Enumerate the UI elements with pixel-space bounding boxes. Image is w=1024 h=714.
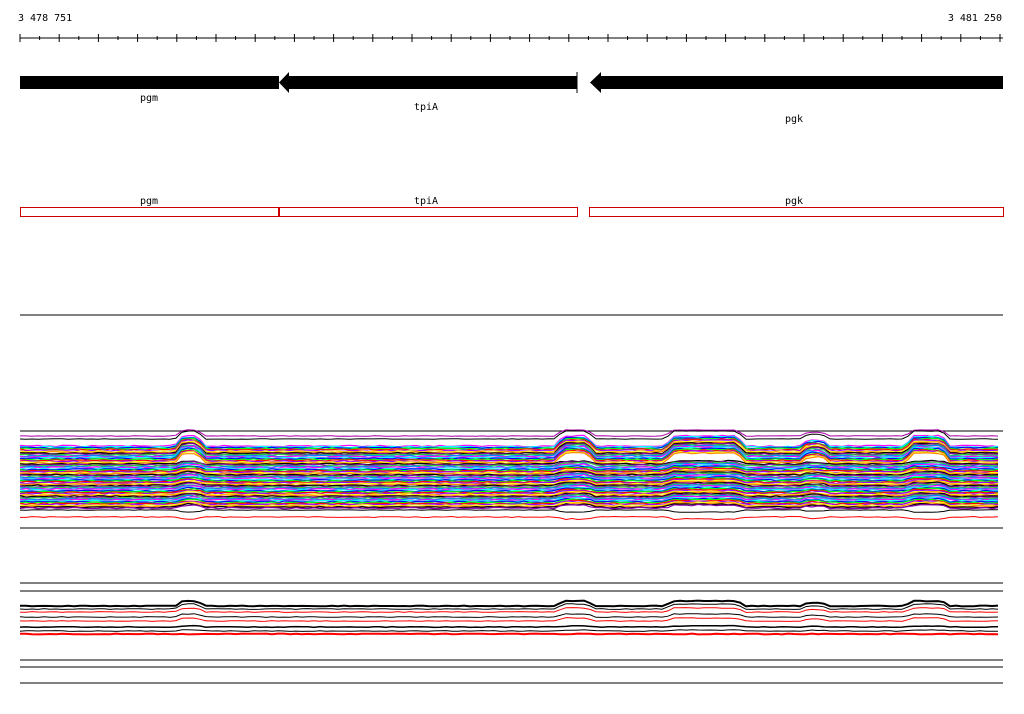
comparison-lines [19, 599, 999, 636]
expression-series-line [20, 515, 999, 521]
expression-series-line [19, 430, 999, 440]
annotation-box-tpiA[interactable] [279, 207, 578, 217]
comparison-track [19, 582, 1003, 684]
comparison-series-line [19, 599, 999, 608]
expression-series-line [19, 509, 998, 513]
comparison-series-line [19, 617, 999, 622]
annotation-label-pgk: pgk [785, 196, 803, 207]
expression-series-line [19, 434, 999, 448]
expression-lines [19, 429, 999, 521]
gene-label-tpiA: tpiA [414, 102, 438, 113]
gene-arrow-tpiA[interactable] [279, 72, 577, 93]
gene-arrow-pgk[interactable] [590, 72, 1003, 93]
annotation-box-pgm[interactable] [20, 207, 279, 217]
track-canvas: pgm tpiA pgk pgm tpiA pgk [19, 34, 1004, 684]
gene-label-pgm: pgm [140, 93, 158, 104]
gene-arrow-pgm[interactable] [20, 76, 279, 89]
comparison-series-line [19, 613, 999, 618]
comparison-series-line [19, 632, 999, 636]
gene-label-pgk: pgk [785, 114, 803, 125]
annotation-track: pgm tpiA pgk [20, 196, 1004, 217]
comparison-series-line [19, 624, 998, 629]
gene-track: pgm tpiA pgk [20, 72, 1003, 125]
comparison-series-line [19, 629, 998, 632]
coordinate-ruler [19, 34, 1003, 42]
annotation-box-pgk[interactable] [589, 207, 1004, 217]
annotation-label-tpiA: tpiA [414, 196, 438, 207]
comparison-series-line [19, 607, 999, 613]
genome-browser-view: 3 478 751 3 481 250 pgm tpiA pgk pgm tpi… [0, 0, 1024, 714]
expression-track [19, 429, 1003, 529]
annotation-label-pgm: pgm [140, 196, 158, 207]
